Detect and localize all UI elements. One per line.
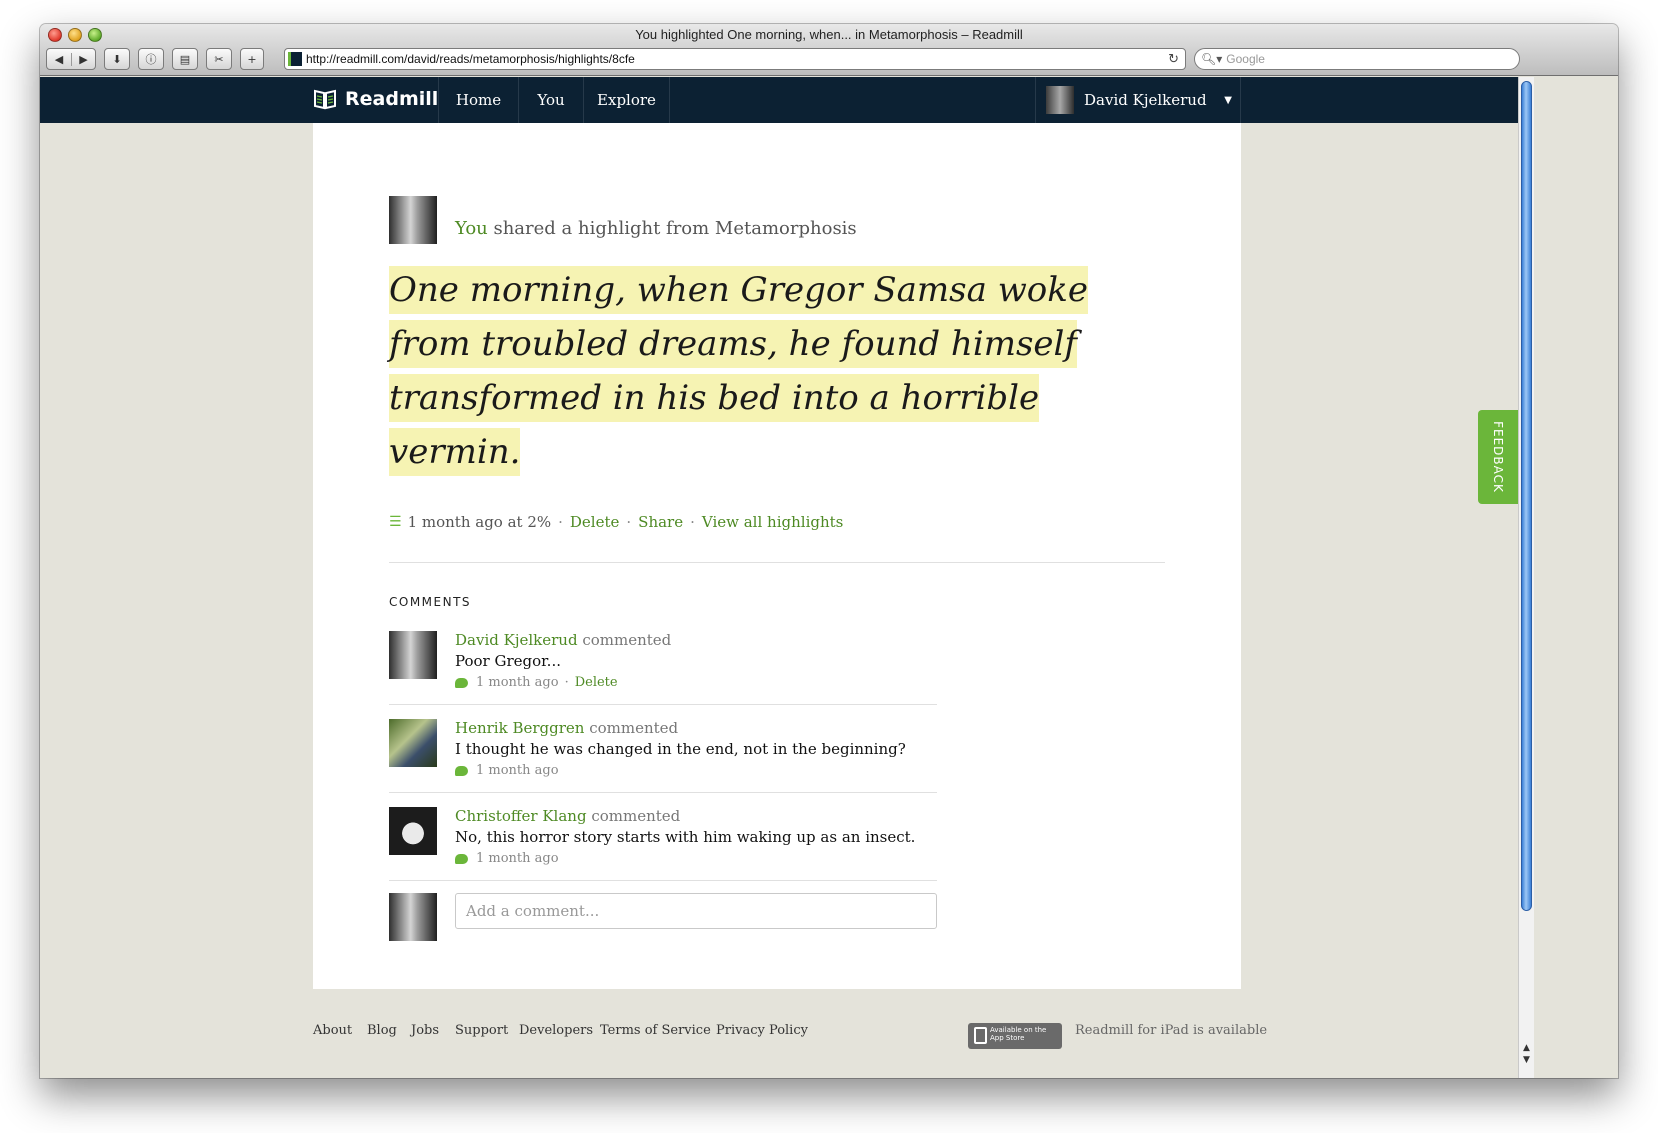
comment-meta: 1 month ago · Delete [455,675,618,690]
highlight-quote: One morning, when Gregor Samsa woke from… [389,263,1159,479]
comment-item: Henrik Berggren commented I thought he w… [389,719,937,807]
highlight-meta: ☰ 1 month ago at 2% · Delete · Share · V… [389,513,844,531]
avatar[interactable] [389,631,437,679]
site-favicon-icon [288,52,302,66]
download-icon[interactable]: ⬇ [104,48,130,70]
site-footer: About Blog Jobs Support Developers Terms… [313,1017,1267,1049]
comment-meta: 1 month ago [455,851,559,866]
reload-icon[interactable]: ↻ [1168,52,1179,67]
back-forward-buttons[interactable]: ◀ ▶ [46,48,96,70]
comment-bubble-icon [455,853,468,864]
search-field[interactable]: 🔍︎▾ Google [1194,48,1520,70]
user-name: David Kjelkerud [1084,91,1207,109]
site-navbar: Readmill Home You Explore David Kjelkeru… [40,77,1518,123]
comment-header: Henrik Berggren commented [455,719,678,737]
comment-bubble-icon [455,765,468,776]
address-bar[interactable]: http://readmill.com/david/reads/metamorp… [284,48,1186,70]
browser-window: You highlighted One morning, when... in … [40,24,1618,1078]
comment-author-link[interactable]: David Kjelkerud [455,631,578,649]
comment-item: David Kjelkerud commented Poor Gregor...… [389,631,937,719]
vertical-scrollbar[interactable]: ▲ ▼ [1518,77,1534,1078]
share-link[interactable]: Share [638,513,683,531]
divider [389,880,937,881]
highlight-headline: You shared a highlight from Metamorphosi… [455,218,857,239]
divider [389,562,1165,563]
comment-verb: commented [582,631,672,649]
add-bookmark-button[interactable]: + [240,48,264,70]
divider [389,704,937,705]
footer-link-terms[interactable]: Terms of Service [600,1023,711,1038]
feedback-tab[interactable]: FEEDBACK [1478,410,1518,504]
url-text[interactable]: http://readmill.com/david/reads/metamorp… [306,52,1168,66]
comment-meta: 1 month ago [455,763,559,778]
avatar[interactable] [389,893,437,941]
page-viewport: Readmill Home You Explore David Kjelkeru… [40,77,1518,1078]
footer-link-developers[interactable]: Developers [519,1023,593,1038]
comment-verb: commented [591,807,681,825]
reader-icon[interactable]: ▤ [172,48,198,70]
footer-link-jobs[interactable]: Jobs [411,1023,439,1038]
footer-link-about[interactable]: About [313,1023,352,1038]
comment-item: Christoffer Klang commented No, this hor… [389,807,937,895]
search-placeholder: Google [1226,52,1265,66]
footer-link-privacy[interactable]: Privacy Policy [716,1023,808,1038]
avatar[interactable] [389,196,437,244]
comment-text: No, this horror story starts with him wa… [455,828,916,846]
comment-time: 1 month ago [476,675,559,690]
feedback-label: FEEDBACK [1491,421,1506,493]
back-arrow-icon[interactable]: ◀ [47,53,71,66]
footer-link-blog[interactable]: Blog [367,1023,397,1038]
comment-time: 1 month ago [476,851,559,866]
comment-author-link[interactable]: Christoffer Klang [455,807,587,825]
delete-link[interactable]: Delete [570,513,619,531]
quote-text: One morning, when Gregor Samsa woke from… [389,266,1088,476]
brand-logo[interactable]: Readmill [313,87,438,111]
snippet-icon[interactable]: ✂ [206,48,232,70]
nav-home[interactable]: Home [438,77,518,123]
comment-time: 1 month ago [476,763,559,778]
comment-delete-link[interactable]: Delete [575,675,618,690]
highlight-time: 1 month ago at 2% [407,513,552,531]
add-comment-input[interactable]: Add a comment... [455,893,937,929]
footer-link-support[interactable]: Support [455,1023,508,1038]
comment-verb: commented [589,719,679,737]
view-all-highlights-link[interactable]: View all highlights [702,513,843,531]
user-avatar [1046,86,1074,114]
ipad-available-text: Readmill for iPad is available [1075,1023,1268,1038]
user-menu[interactable]: David Kjelkerud ▼ [1035,77,1241,123]
avatar[interactable] [389,719,437,767]
comment-text: Poor Gregor... [455,652,561,670]
window-title: You highlighted One morning, when... in … [635,27,1023,42]
comment-author-link[interactable]: Henrik Berggren [455,719,584,737]
scroll-thumb[interactable] [1521,81,1532,911]
avatar[interactable] [389,807,437,855]
comment-text: I thought he was changed in the end, not… [455,740,906,758]
comment-header: David Kjelkerud commented [455,631,671,649]
actor-link[interactable]: You [455,218,488,239]
comment-header: Christoffer Klang commented [455,807,680,825]
forward-arrow-icon[interactable]: ▶ [71,52,95,66]
nav-explore[interactable]: Explore [583,77,670,123]
scroll-arrows-icon[interactable]: ▲ ▼ [1520,1042,1533,1066]
highlight-list-icon: ☰ [389,514,402,530]
comments-title: COMMENTS [389,595,472,609]
app-store-badge[interactable]: Available on the App Store [968,1023,1062,1049]
title-bar: You highlighted One morning, when... in … [40,24,1618,76]
divider [389,792,937,793]
chevron-down-icon: ▼ [1224,94,1232,106]
comment-bubble-icon [455,677,468,688]
headline-text: shared a highlight from Metamorphosis [487,218,857,239]
search-icon: 🔍︎▾ [1201,52,1223,66]
brand-name: Readmill [345,88,439,110]
book-logo-icon [314,89,336,110]
nav-you[interactable]: You [518,77,583,123]
info-icon[interactable]: ⓘ [138,48,164,70]
highlight-card: You shared a highlight from Metamorphosi… [313,123,1241,989]
